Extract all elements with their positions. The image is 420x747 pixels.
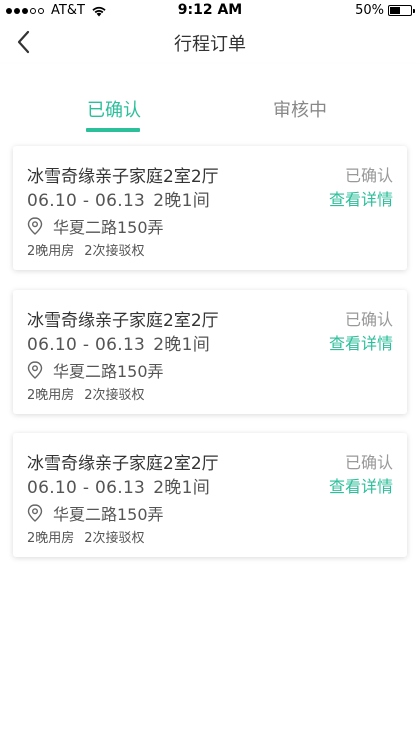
order-address: 华夏二路150弄 <box>27 501 164 525</box>
tag-shuttle: 2次接驳权 <box>84 388 145 403</box>
address-text: 华夏二路150弄 <box>53 362 164 381</box>
view-details-link[interactable]: 查看详情 <box>329 473 393 497</box>
nights-rooms: 2晚1间 <box>153 335 211 355</box>
order-title: 冰雪奇缘亲子家庭2室2厅 <box>27 167 219 187</box>
battery-fill <box>390 7 400 14</box>
address-text: 华夏二路150弄 <box>53 505 164 524</box>
status-right: 50% <box>355 3 415 18</box>
tab-under-review[interactable]: 审核中 <box>230 96 370 122</box>
battery-percent: 50% <box>355 3 384 18</box>
address-text: 华夏二路150弄 <box>53 218 164 237</box>
order-card[interactable]: 冰雪奇缘亲子家庭2室2厅 06.10 - 06.13 2晚1间 华夏二路150弄 … <box>13 290 407 414</box>
order-title: 冰雪奇缘亲子家庭2室2厅 <box>27 311 219 331</box>
tab-confirmed[interactable]: 已确认 <box>44 96 184 122</box>
status-bar: AT&T 9:12 AM 50% <box>0 0 420 20</box>
order-card[interactable]: 冰雪奇缘亲子家庭2室2厅 06.10 - 06.13 2晚1间 华夏二路150弄 … <box>13 146 407 270</box>
order-tags: 2晚用房 2次接驳权 <box>27 384 145 403</box>
tag-room-nights: 2晚用房 <box>27 388 75 403</box>
tag-shuttle: 2次接驳权 <box>84 531 145 546</box>
tag-room-nights: 2晚用房 <box>27 244 75 259</box>
tag-shuttle: 2次接驳权 <box>84 244 145 259</box>
nights-rooms: 2晚1间 <box>153 478 211 498</box>
order-card[interactable]: 冰雪奇缘亲子家庭2室2厅 06.10 - 06.13 2晚1间 华夏二路150弄 … <box>13 433 407 557</box>
date-range: 06.10 - 06.13 <box>27 478 146 498</box>
location-pin-icon <box>27 361 43 379</box>
order-address: 华夏二路150弄 <box>27 358 164 382</box>
order-dates: 06.10 - 06.13 2晚1间 <box>27 330 210 355</box>
order-status: 已确认 <box>344 310 393 329</box>
order-status: 已确认 <box>344 166 393 185</box>
tag-room-nights: 2晚用房 <box>27 531 75 546</box>
order-tags: 2晚用房 2次接驳权 <box>27 240 145 259</box>
date-range: 06.10 - 06.13 <box>27 335 146 355</box>
tab-bar: 已确认 审核中 <box>0 64 420 136</box>
view-details-link[interactable]: 查看详情 <box>329 186 393 210</box>
location-pin-icon <box>27 504 43 522</box>
nav-bar: 行程订单 <box>0 20 420 64</box>
order-status: 已确认 <box>344 453 393 472</box>
battery-icon <box>388 5 415 16</box>
order-title: 冰雪奇缘亲子家庭2室2厅 <box>27 454 219 474</box>
page-title: 行程订单 <box>174 34 246 55</box>
order-tags: 2晚用房 2次接驳权 <box>27 527 145 546</box>
nights-rooms: 2晚1间 <box>153 191 211 211</box>
order-dates: 06.10 - 06.13 2晚1间 <box>27 186 210 211</box>
date-range: 06.10 - 06.13 <box>27 191 146 211</box>
view-details-link[interactable]: 查看详情 <box>329 330 393 354</box>
order-address: 华夏二路150弄 <box>27 214 164 238</box>
location-pin-icon <box>27 217 43 235</box>
order-dates: 06.10 - 06.13 2晚1间 <box>27 473 210 498</box>
tab-active-indicator <box>86 128 140 132</box>
